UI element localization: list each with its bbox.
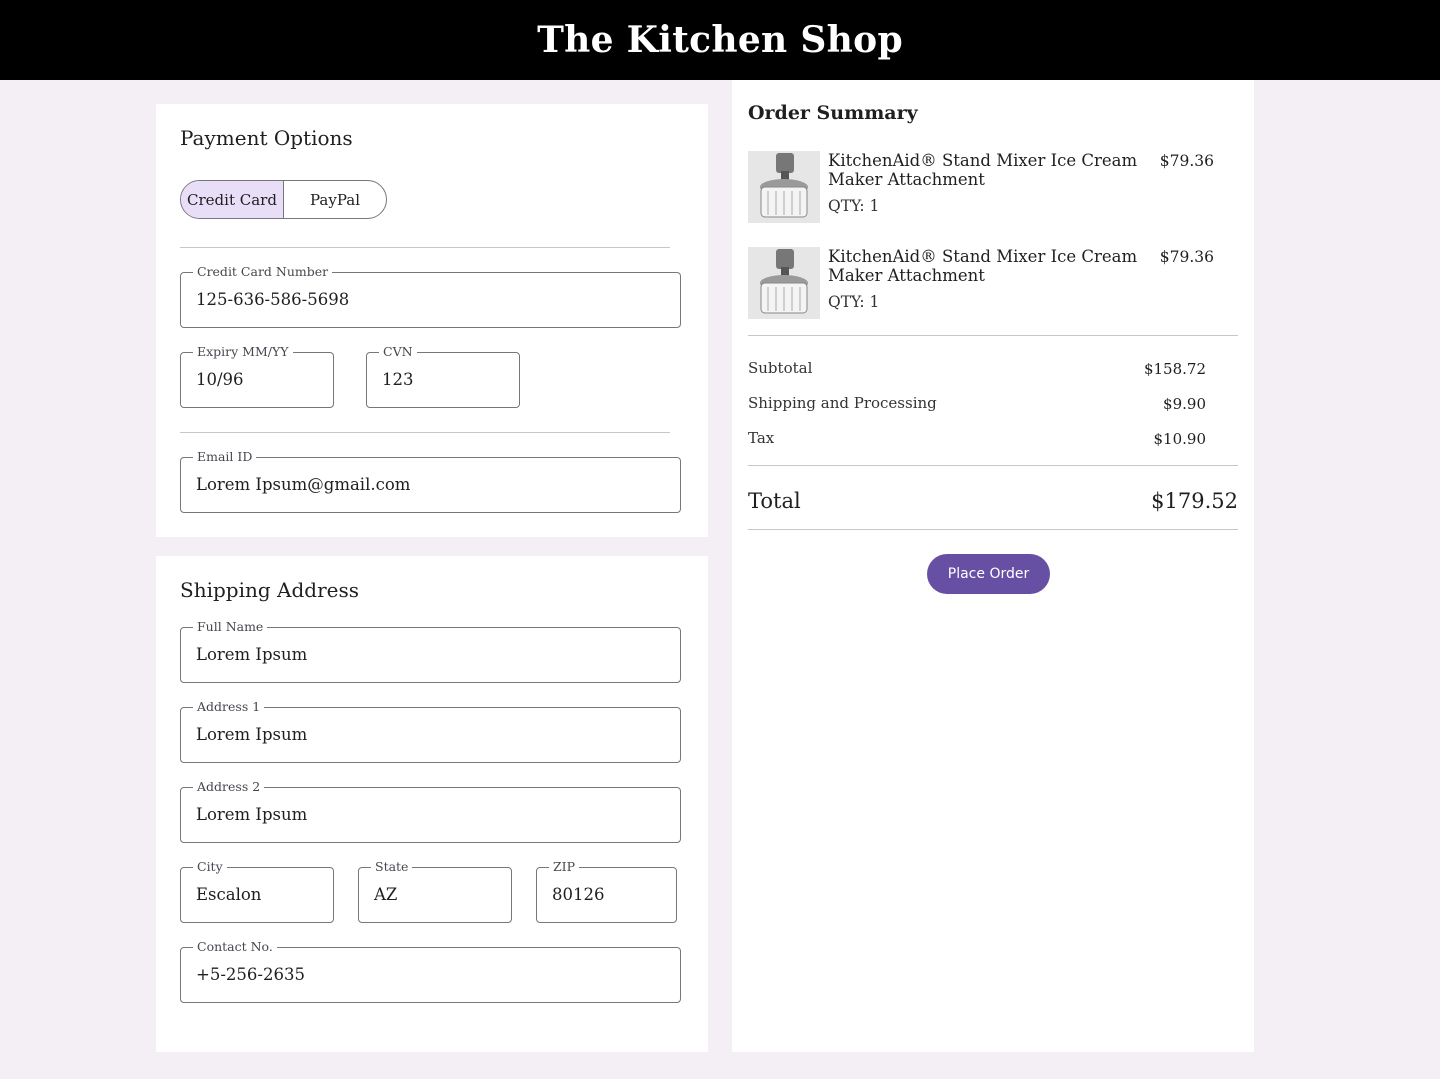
shipping-label: Shipping and Processing xyxy=(748,394,937,412)
shipping-row: Shipping and Processing $9.90 xyxy=(748,394,1222,416)
item-price: $79.36 xyxy=(1159,152,1214,170)
divider xyxy=(748,335,1238,336)
credit-card-number-value[interactable]: 125-636-586-5698 xyxy=(196,289,349,311)
address2-field[interactable]: Address 2 Lorem Ipsum xyxy=(180,779,681,843)
payment-options-title: Payment Options xyxy=(180,126,353,150)
address2-label: Address 2 xyxy=(193,779,265,795)
contact-field[interactable]: Contact No. +5-256-2635 xyxy=(180,939,681,1003)
shipping-value: $9.90 xyxy=(1163,395,1206,413)
cart-item: KitchenAid® Stand Mixer Ice Cream Maker … xyxy=(748,247,1222,323)
city-value[interactable]: Escalon xyxy=(196,884,261,906)
ice-cream-maker-photo-icon xyxy=(748,151,820,223)
city-label: City xyxy=(193,859,227,875)
credit-card-option[interactable]: Credit Card xyxy=(181,181,284,218)
subtotal-value: $158.72 xyxy=(1143,360,1206,378)
address1-value[interactable]: Lorem Ipsum xyxy=(196,724,307,746)
contact-value[interactable]: +5-256-2635 xyxy=(196,964,305,986)
cart-item: KitchenAid® Stand Mixer Ice Cream Maker … xyxy=(748,151,1222,227)
divider xyxy=(180,432,670,433)
total-value: $179.52 xyxy=(1151,489,1238,513)
subtotal-label: Subtotal xyxy=(748,359,813,377)
tax-row: Tax $10.90 xyxy=(748,429,1222,451)
address2-value[interactable]: Lorem Ipsum xyxy=(196,804,307,826)
city-field[interactable]: City Escalon xyxy=(180,859,334,923)
cvn-label: CVN xyxy=(379,344,417,360)
payment-options-card: Payment Options Credit Card PayPal Credi… xyxy=(156,104,708,537)
zip-field[interactable]: ZIP 80126 xyxy=(536,859,677,923)
state-value[interactable]: AZ xyxy=(374,884,397,906)
email-field[interactable]: Email ID Lorem Ipsum@gmail.com xyxy=(180,449,681,513)
shipping-address-card: Shipping Address Full Name Lorem Ipsum A… xyxy=(156,556,708,1052)
email-label: Email ID xyxy=(193,449,257,465)
item-price: $79.36 xyxy=(1159,248,1214,266)
tax-value: $10.90 xyxy=(1153,430,1207,448)
divider xyxy=(748,465,1238,466)
item-qty: QTY: 1 xyxy=(828,197,880,215)
item-name: KitchenAid® Stand Mixer Ice Cream Maker … xyxy=(828,151,1138,189)
place-order-button[interactable]: Place Order xyxy=(927,554,1050,594)
full-name-label: Full Name xyxy=(193,619,268,635)
full-name-field[interactable]: Full Name Lorem Ipsum xyxy=(180,619,681,683)
divider xyxy=(748,529,1238,530)
cvn-field[interactable]: CVN 123 xyxy=(366,344,520,408)
divider xyxy=(180,247,670,248)
total-row: Total $179.52 xyxy=(748,489,1238,519)
order-summary-card: Order Summary KitchenAid® Stand Mixer Ic… xyxy=(732,80,1254,1052)
email-value[interactable]: Lorem Ipsum@gmail.com xyxy=(196,474,410,496)
store-title: The Kitchen Shop xyxy=(537,19,903,61)
expiry-label: Expiry MM/YY xyxy=(193,344,293,360)
payment-method-toggle: Credit Card PayPal xyxy=(180,180,387,219)
cvn-value[interactable]: 123 xyxy=(382,369,414,391)
subtotal-row: Subtotal $158.72 xyxy=(748,359,1222,381)
expiry-value[interactable]: 10/96 xyxy=(196,369,244,391)
item-name: KitchenAid® Stand Mixer Ice Cream Maker … xyxy=(828,247,1138,285)
shipping-address-title: Shipping Address xyxy=(180,578,359,602)
credit-card-number-field[interactable]: Credit Card Number 125-636-586-5698 xyxy=(180,264,681,328)
state-field[interactable]: State AZ xyxy=(358,859,512,923)
tax-label: Tax xyxy=(748,429,775,447)
full-name-value[interactable]: Lorem Ipsum xyxy=(196,644,307,666)
header-bar: The Kitchen Shop xyxy=(0,0,1440,80)
paypal-option[interactable]: PayPal xyxy=(284,181,386,218)
address1-label: Address 1 xyxy=(193,699,265,715)
zip-label: ZIP xyxy=(549,859,580,875)
address1-field[interactable]: Address 1 Lorem Ipsum xyxy=(180,699,681,763)
state-label: State xyxy=(371,859,413,875)
contact-label: Contact No. xyxy=(193,939,277,955)
total-label: Total xyxy=(748,489,801,513)
order-summary-title: Order Summary xyxy=(748,102,918,124)
credit-card-number-label: Credit Card Number xyxy=(193,264,333,280)
zip-value[interactable]: 80126 xyxy=(552,884,605,906)
item-qty: QTY: 1 xyxy=(828,293,880,311)
expiry-field[interactable]: Expiry MM/YY 10/96 xyxy=(180,344,334,408)
ice-cream-maker-photo-icon xyxy=(748,247,820,319)
